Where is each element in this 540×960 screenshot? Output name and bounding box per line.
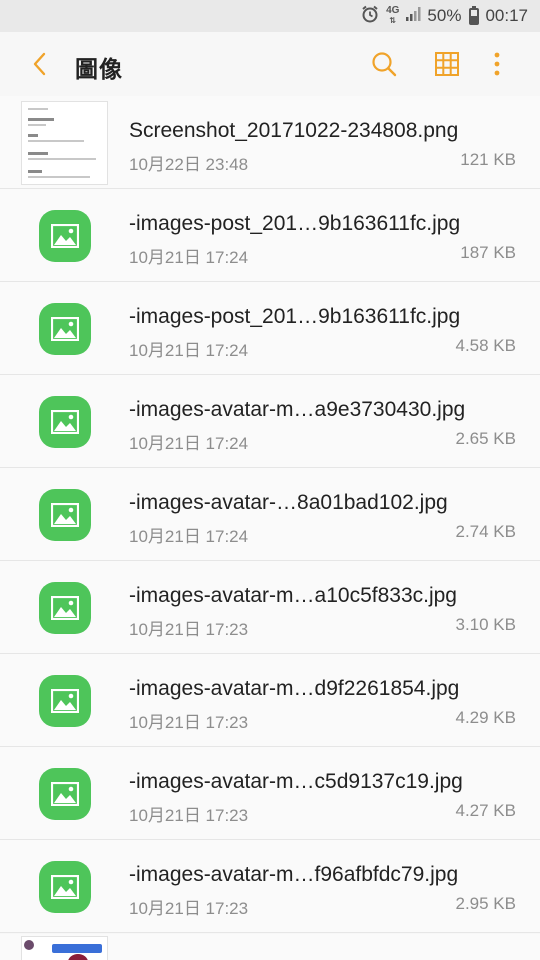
- status-icons: 4G ⇅ 50% 00:17: [360, 0, 528, 32]
- more-vert-icon: [494, 52, 500, 76]
- file-size: 3.10 KB: [455, 615, 517, 634]
- app-bar: 圖像: [0, 32, 540, 96]
- file-size: 187 KB: [460, 243, 516, 262]
- chevron-left-icon: [33, 52, 46, 76]
- search-icon: [372, 52, 397, 77]
- file-size: 2.95 KB: [455, 894, 517, 913]
- signal-icon: [405, 6, 421, 27]
- file-row[interactable]: -images-avatar-m…f96afbfdc79.jpg 10月21日 …: [0, 840, 540, 933]
- battery-percent: 50%: [427, 6, 462, 25]
- file-row[interactable]: Screenshot_20171022-234808.png 10月22日 23…: [0, 96, 540, 189]
- file-name: -images-post_201…9b163611fc.jpg: [129, 212, 461, 235]
- search-button[interactable]: [366, 46, 402, 82]
- image-file-icon: [38, 674, 91, 727]
- file-list: Screenshot_20171022-234808.png 10月22日 23…: [0, 96, 540, 933]
- image-file-icon: [38, 209, 91, 262]
- file-name: -images-avatar-…8a01bad102.jpg: [129, 491, 448, 514]
- file-date: 10月21日 17:23: [129, 713, 249, 732]
- image-file-icon: [38, 581, 91, 634]
- file-date: 10月22日 23:48: [129, 155, 249, 174]
- network-type: 4G: [386, 5, 400, 16]
- file-name: -images-avatar-m…d9f2261854.jpg: [129, 677, 460, 700]
- file-size: 2.65 KB: [455, 429, 517, 448]
- back-button[interactable]: [24, 48, 56, 80]
- screenshot-thumbnail: [21, 99, 108, 186]
- more-options-button[interactable]: [479, 46, 515, 82]
- file-size: 4.58 KB: [455, 336, 517, 355]
- grid-view-button[interactable]: [429, 46, 465, 82]
- image-file-icon: [38, 767, 91, 820]
- file-name: Screenshot_20171022-234808.png: [129, 119, 459, 142]
- file-date: 10月21日 17:24: [129, 434, 249, 453]
- file-name: -images-avatar-m…a10c5f833c.jpg: [129, 584, 457, 607]
- grid-icon: [435, 52, 459, 76]
- file-size: 4.27 KB: [455, 801, 517, 820]
- file-size: 2.74 KB: [455, 522, 517, 541]
- file-row[interactable]: -images-post_201…9b163611fc.jpg 10月21日 1…: [0, 189, 540, 282]
- file-date: 10月21日 17:23: [129, 620, 249, 639]
- file-size: 4.29 KB: [455, 708, 517, 727]
- file-date: 10月21日 17:23: [129, 899, 249, 918]
- file-date: 10月21日 17:24: [129, 341, 249, 360]
- image-file-icon: [38, 302, 91, 355]
- file-row[interactable]: -images-avatar-…8a01bad102.jpg 10月21日 17…: [0, 468, 540, 561]
- image-file-icon: [38, 395, 91, 448]
- network-indicator-icon: 4G ⇅: [386, 5, 400, 26]
- file-date: 10月21日 17:24: [129, 248, 249, 267]
- alarm-icon: [360, 4, 380, 29]
- image-file-icon: [38, 488, 91, 541]
- file-date: 10月21日 17:23: [129, 806, 249, 825]
- file-row-partial[interactable]: [0, 934, 540, 960]
- file-row[interactable]: -images-avatar-m…c5d9137c19.jpg 10月21日 1…: [0, 747, 540, 840]
- file-row[interactable]: -images-post_201…9b163611fc.jpg 10月21日 1…: [0, 282, 540, 375]
- page-title: 圖像: [75, 56, 123, 82]
- file-date: 10月21日 17:24: [129, 527, 249, 546]
- file-row[interactable]: -images-avatar-m…a10c5f833c.jpg 10月21日 1…: [0, 561, 540, 654]
- image-file-icon: [38, 860, 91, 913]
- status-bar: 4G ⇅ 50% 00:17: [0, 0, 540, 32]
- screenshot-thumbnail: [21, 936, 108, 960]
- file-name: -images-avatar-m…c5d9137c19.jpg: [129, 770, 463, 793]
- file-row[interactable]: -images-avatar-m…d9f2261854.jpg 10月21日 1…: [0, 654, 540, 747]
- file-size: 121 KB: [460, 150, 516, 169]
- file-name: -images-avatar-m…a9e3730430.jpg: [129, 398, 466, 421]
- file-name: -images-avatar-m…f96afbfdc79.jpg: [129, 863, 459, 886]
- battery-icon: [469, 5, 480, 25]
- file-name: -images-post_201…9b163611fc.jpg: [129, 305, 461, 328]
- clock: 00:17: [485, 6, 528, 25]
- file-row[interactable]: -images-avatar-m…a9e3730430.jpg 10月21日 1…: [0, 375, 540, 468]
